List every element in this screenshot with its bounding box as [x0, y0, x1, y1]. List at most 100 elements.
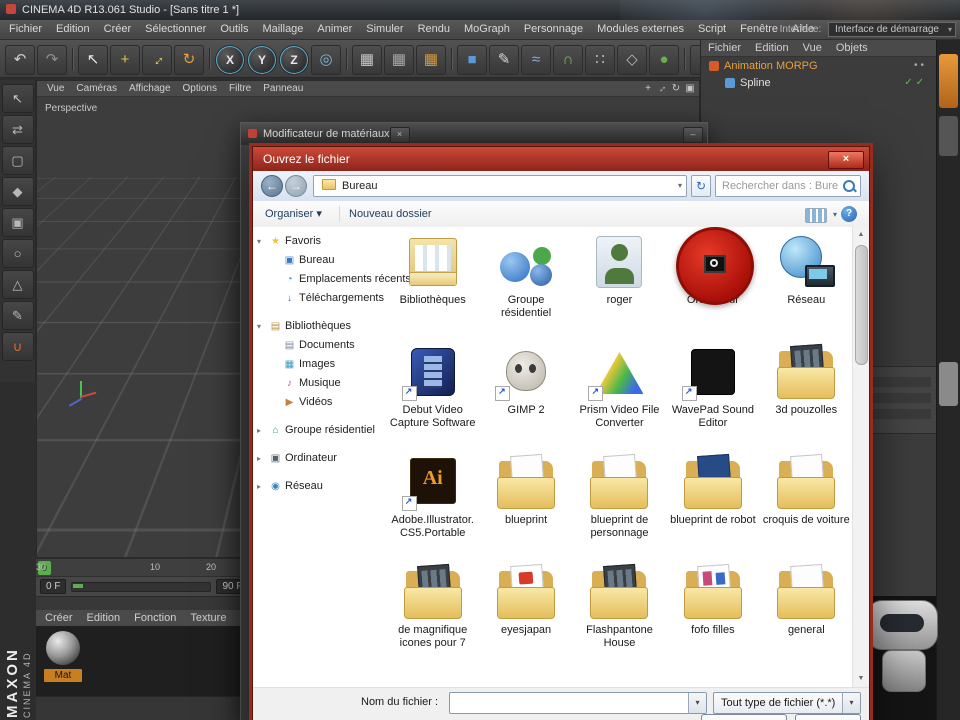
- polygons-mode-icon[interactable]: ▣: [1, 208, 34, 237]
- x-axis-lock-icon[interactable]: X: [215, 45, 245, 75]
- sidebar-item[interactable]: ▸ Ordinateur: [253, 449, 385, 468]
- viewport-menu-item[interactable]: Affichage: [123, 81, 177, 96]
- deformer-icon[interactable]: ●: [649, 45, 679, 75]
- scrollbar-thumb[interactable]: [855, 245, 868, 365]
- search-input[interactable]: [715, 175, 861, 197]
- file-item[interactable]: fofo filles: [667, 562, 758, 672]
- file-item[interactable]: croquis de voiture: [761, 452, 852, 562]
- menu-item[interactable]: Fichier: [2, 20, 49, 39]
- toggle-view-icon[interactable]: ▣: [683, 81, 697, 96]
- open-button[interactable]: Ouvrir: [701, 714, 787, 720]
- sidebar-item[interactable]: ▾ Favoris: [253, 232, 385, 251]
- file-item[interactable]: blueprint de robot: [667, 452, 758, 562]
- object-mode-icon[interactable]: ○: [1, 239, 34, 268]
- organize-button[interactable]: Organiser ▾: [265, 201, 322, 227]
- file-item[interactable]: Prism Video File Converter: [574, 342, 665, 452]
- pen-spline-icon[interactable]: ✎: [489, 45, 519, 75]
- object-menu-item[interactable]: Fichier: [701, 40, 748, 56]
- select-tool-icon[interactable]: ↖: [78, 45, 108, 75]
- sidebar-item[interactable]: Bureau: [253, 251, 385, 270]
- forward-button[interactable]: →: [285, 175, 307, 197]
- expander-icon[interactable]: ▾: [257, 232, 267, 251]
- file-item[interactable]: blueprint: [480, 452, 571, 562]
- rotate-view-icon[interactable]: ↻: [669, 81, 683, 96]
- file-item[interactable]: Adobe.Illustrator. CS5.Portable: [387, 452, 478, 562]
- magnet-icon[interactable]: ∪: [1, 332, 34, 361]
- separator[interactable]: [206, 45, 213, 73]
- object-toggles[interactable]: ✓✓: [904, 77, 927, 88]
- frame-slider[interactable]: [71, 581, 212, 592]
- render-picture-icon[interactable]: ▦: [384, 45, 414, 75]
- start-frame-field[interactable]: 0 F: [40, 579, 67, 594]
- filename-combobox[interactable]: ▾: [449, 692, 707, 714]
- viewport-menu-item[interactable]: Panneau: [257, 81, 309, 96]
- dock-tab-lower[interactable]: [939, 362, 958, 406]
- expander-icon[interactable]: ▾: [257, 317, 267, 336]
- object-menu-item[interactable]: Objets: [829, 40, 875, 56]
- file-item[interactable]: Flashpantone House: [574, 562, 665, 672]
- viewport-menu-item[interactable]: Options: [177, 81, 223, 96]
- sidebar-item[interactable]: Images: [253, 355, 385, 374]
- file-item[interactable]: Bibliothèques: [387, 232, 478, 342]
- file-item[interactable]: roger: [574, 232, 665, 342]
- menu-item[interactable]: Fenêtre: [733, 20, 785, 39]
- sidebar-item[interactable]: Téléchargements: [253, 289, 385, 308]
- address-bar[interactable]: Bureau ▾: [313, 175, 687, 197]
- expander-icon[interactable]: ▸: [257, 449, 267, 468]
- material-menu-item[interactable]: Fonction: [127, 610, 183, 626]
- nurbs-icon[interactable]: ∩: [553, 45, 583, 75]
- texture-mode-icon[interactable]: △: [1, 270, 34, 299]
- file-item[interactable]: Groupe résidentiel: [480, 232, 571, 342]
- edges-mode-icon[interactable]: ◆: [1, 177, 34, 206]
- material-menu-item[interactable]: Edition: [80, 610, 128, 626]
- scrollbar[interactable]: ▲ ▼: [852, 227, 869, 687]
- filetype-select[interactable]: Tout type de fichier (*.*) ▾: [713, 692, 861, 714]
- move-tool-icon[interactable]: +: [110, 45, 140, 75]
- file-item[interactable]: general: [761, 562, 852, 672]
- menu-item[interactable]: Créer: [97, 20, 139, 39]
- y-axis-lock-icon[interactable]: Y: [247, 45, 277, 75]
- scroll-up-icon[interactable]: ▲: [853, 227, 869, 243]
- help-icon[interactable]: ?: [841, 206, 857, 222]
- back-button[interactable]: ←: [261, 175, 283, 197]
- new-folder-button[interactable]: Nouveau dossier: [349, 201, 432, 227]
- file-item[interactable]: GIMP 2: [480, 342, 571, 452]
- expander-icon[interactable]: ▸: [257, 477, 267, 496]
- separator[interactable]: [69, 45, 76, 73]
- workplane-icon[interactable]: ✎: [1, 301, 34, 330]
- file-item[interactable]: blueprint de personnage: [574, 452, 665, 562]
- menu-item[interactable]: Sélectionner: [138, 20, 213, 39]
- scroll-down-icon[interactable]: ▼: [853, 671, 869, 687]
- viewport-camera-label[interactable]: Perspective: [45, 103, 97, 114]
- separator[interactable]: [343, 45, 350, 73]
- menu-item[interactable]: Outils: [213, 20, 255, 39]
- add-cube-icon[interactable]: ■: [457, 45, 487, 75]
- material-modifier-titlebar[interactable]: Modificateur de matériaux –□×: [241, 123, 707, 145]
- menu-item[interactable]: Maillage: [255, 20, 310, 39]
- filename-dropdown-icon[interactable]: ▾: [688, 693, 706, 713]
- viewport-menu-item[interactable]: Filtre: [223, 81, 257, 96]
- viewport-menu-item[interactable]: Caméras: [70, 81, 123, 96]
- redo-icon[interactable]: ↷: [37, 45, 67, 75]
- search-box[interactable]: [715, 175, 861, 197]
- convert-icon[interactable]: ⇄: [1, 115, 34, 144]
- separator[interactable]: [448, 45, 455, 73]
- filetype-dropdown-icon[interactable]: ▾: [842, 693, 860, 713]
- refresh-button[interactable]: ↻: [691, 175, 711, 197]
- file-item[interactable]: Ordinateur: [667, 227, 758, 342]
- array-icon[interactable]: ∷: [585, 45, 615, 75]
- object-menu-item[interactable]: Edition: [748, 40, 796, 56]
- material-menu-item[interactable]: Texture: [183, 610, 233, 626]
- selection-tool-icon[interactable]: ↖: [1, 84, 34, 113]
- menu-item[interactable]: MoGraph: [457, 20, 517, 39]
- window-control-button[interactable]: ×: [389, 127, 410, 143]
- dialog-titlebar[interactable]: Ouvrez le fichier ×: [253, 147, 869, 171]
- points-mode-icon[interactable]: ▢: [1, 146, 34, 175]
- file-item[interactable]: WavePad Sound Editor: [667, 342, 758, 452]
- sidebar-item[interactable]: Emplacements récents: [253, 270, 411, 289]
- zoom-view-icon[interactable]: ↔: [655, 81, 670, 96]
- file-item[interactable]: 3d pouzolles: [761, 342, 852, 452]
- object-row[interactable]: Spline ✓✓: [701, 74, 937, 91]
- spline-icon[interactable]: ≈: [521, 45, 551, 75]
- scale-tool-icon[interactable]: ↔: [142, 45, 172, 75]
